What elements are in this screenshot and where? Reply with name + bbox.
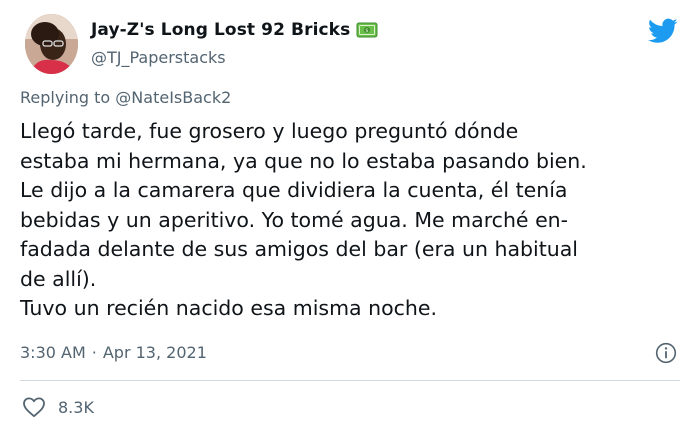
tweet-card: Jay-Z's Long Lost 92 Bricks $ @TJ_Papers… [0,0,700,433]
avatar[interactable] [25,14,78,74]
svg-text:$: $ [366,28,369,34]
display-name[interactable]: Jay-Z's Long Lost 92 Bricks [91,20,350,40]
tweet-date[interactable]: Apr 13, 2021 [103,343,207,362]
tweet-text: Llegó tarde, fue grosero y luego pregunt… [20,119,587,320]
heart-icon[interactable] [22,396,46,418]
replying-to-label: Replying to [20,88,111,107]
info-icon[interactable] [655,342,677,364]
tweet-time[interactable]: 3:30 AM [20,343,86,362]
author-name-row: Jay-Z's Long Lost 92 Bricks $ [91,20,378,40]
divider [20,380,680,381]
like-count: 8.3K [58,397,94,417]
money-bill-icon: $ [356,21,378,39]
replying-to-line: Replying to @NateIsBack2 [20,88,231,107]
reply-mention-link[interactable]: @NateIsBack2 [115,88,231,107]
timestamp-separator: · [91,343,97,362]
like-action[interactable]: 8.3K [22,396,94,418]
tweet-timestamp[interactable]: 3:30 AM · Apr 13, 2021 [20,343,207,362]
author-handle[interactable]: @TJ_Paperstacks [91,48,226,67]
twitter-bird-icon[interactable] [648,18,678,44]
